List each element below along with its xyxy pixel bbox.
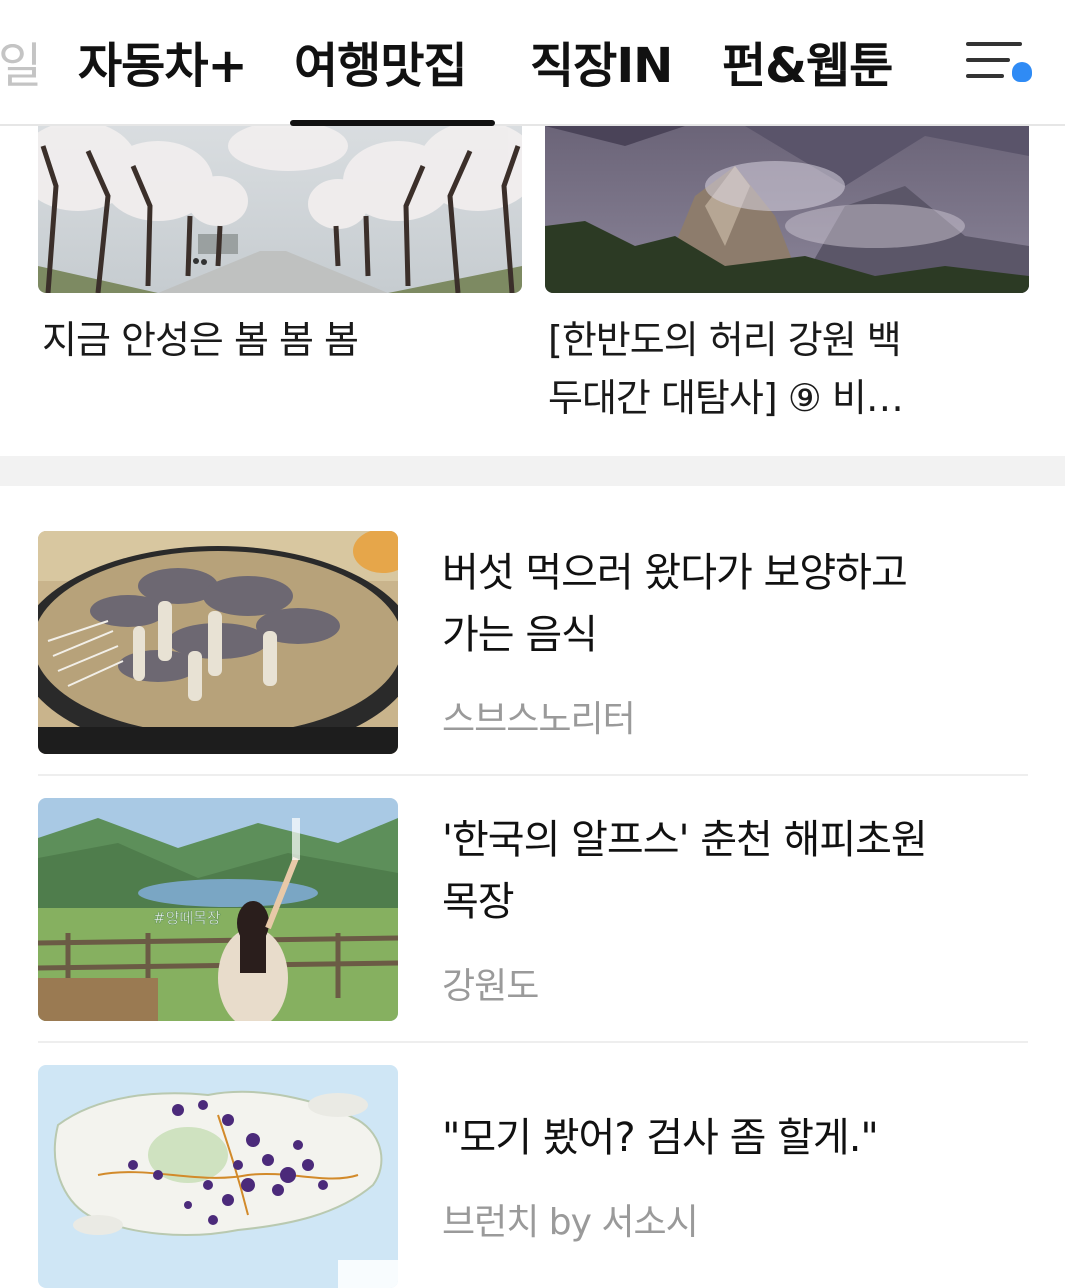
card-image-mountain[interactable] bbox=[545, 126, 1029, 293]
list-item-source: 스브스노리터 bbox=[442, 699, 636, 740]
list-item-source: 브런치 by 서소시 bbox=[442, 1202, 699, 1243]
list-item-title-line2[interactable]: 목장 bbox=[442, 871, 1032, 933]
list-item-source: 강원도 bbox=[442, 966, 539, 1007]
list-item-title-line1[interactable]: '한국의 알프스' 춘천 해피초원 bbox=[442, 809, 1032, 871]
tab-partial-left[interactable]: 일 bbox=[0, 26, 42, 96]
tab-travel-food[interactable]: 여행맛집 bbox=[294, 26, 468, 96]
card-title-gangwon-line1[interactable]: [한반도의 허리 강원 백 bbox=[548, 312, 902, 368]
card-title-gangwon-line2[interactable]: 두대간 대탐사] ⑨ 비… bbox=[548, 370, 904, 426]
list-item-title-line2[interactable]: 가는 음식 bbox=[442, 604, 1032, 666]
card-image-cherry-blossom[interactable] bbox=[38, 126, 522, 293]
list-item-title[interactable]: "모기 봤어? 검사 좀 할게." bbox=[442, 1107, 1032, 1169]
list-item-title-line1[interactable]: 버섯 먹으러 왔다가 보양하고 bbox=[442, 542, 1032, 604]
tab-fun-webtoon[interactable]: 펀&웹툰 bbox=[722, 26, 893, 96]
tab-work-in[interactable]: 직장IN bbox=[530, 26, 673, 96]
section-separator bbox=[0, 456, 1065, 486]
thumbnail-mushroom-hotpot[interactable] bbox=[38, 531, 398, 754]
category-tab-bar: 일 자동차+ 여행맛집 직장IN 펀&웹툰 bbox=[0, 0, 1065, 126]
tab-auto-plus[interactable]: 자동차+ bbox=[78, 26, 248, 96]
list-divider bbox=[38, 1041, 1028, 1043]
menu-with-notification-icon[interactable] bbox=[960, 38, 1034, 88]
notification-dot-icon bbox=[1012, 62, 1032, 82]
thumbnail-mountain-pasture[interactable]: #양떼목장 bbox=[38, 798, 398, 1021]
card-title-anseong[interactable]: 지금 안성은 봄 봄 봄 bbox=[42, 312, 359, 368]
list-divider bbox=[38, 774, 1028, 776]
image-caption-tag: #양떼목장 bbox=[153, 909, 221, 927]
thumbnail-singapore-map[interactable] bbox=[38, 1065, 398, 1288]
